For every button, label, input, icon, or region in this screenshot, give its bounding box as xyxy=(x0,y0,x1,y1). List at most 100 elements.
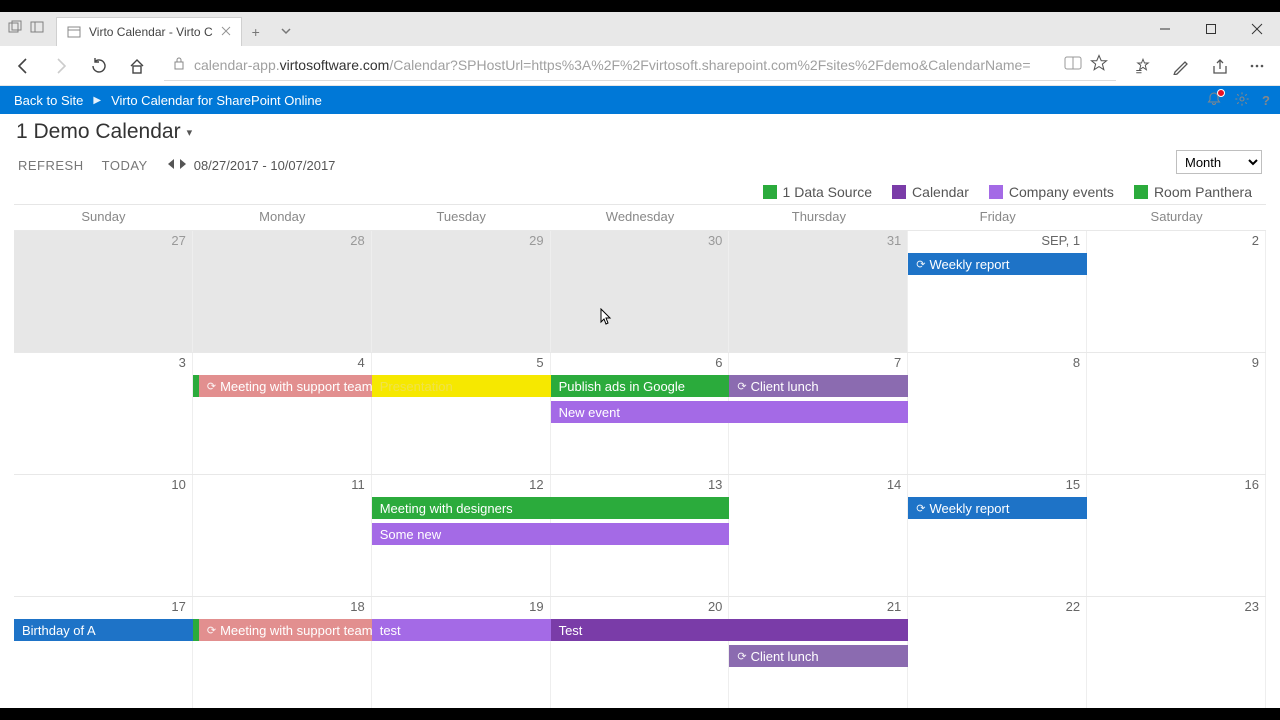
recurring-icon: ⟳ xyxy=(737,380,746,393)
calendar-event[interactable]: ⟳Client lunch xyxy=(729,645,908,667)
event-label: Some new xyxy=(380,527,441,542)
recurring-icon: ⟳ xyxy=(916,258,925,271)
share-icon[interactable] xyxy=(1202,49,1236,83)
lock-icon xyxy=(172,56,186,75)
calendar-cell[interactable]: 22 xyxy=(908,597,1087,708)
event-label: Client lunch xyxy=(751,649,819,664)
calendar-cell[interactable]: 31 xyxy=(729,231,908,352)
calendar-picker[interactable]: 1 Demo Calendar ▾ xyxy=(14,114,1266,150)
day-header: Thursday xyxy=(729,205,908,230)
day-number: 21 xyxy=(887,599,901,614)
window-overlap-icon[interactable] xyxy=(8,20,22,39)
chevron-down-icon: ▾ xyxy=(187,126,193,139)
calendar-cell[interactable]: 8 xyxy=(908,353,1087,474)
new-tab-button[interactable]: + xyxy=(242,18,270,46)
calendar-event[interactable]: ⟳Weekly report xyxy=(908,253,1087,275)
calendar-cell[interactable]: 5 xyxy=(372,353,551,474)
calendar-event[interactable]: Birthday of A xyxy=(14,619,193,641)
calendar-event[interactable]: Test xyxy=(551,619,909,641)
day-number: 12 xyxy=(529,477,543,492)
close-window-button[interactable] xyxy=(1234,12,1280,46)
calendar-event[interactable]: Some new xyxy=(372,523,730,545)
calendar-cell[interactable]: 3 xyxy=(14,353,193,474)
day-number: 4 xyxy=(357,355,364,370)
next-range-button[interactable] xyxy=(178,158,188,173)
home-button[interactable] xyxy=(120,49,154,83)
calendar-event[interactable]: ⟳Meeting with support team xyxy=(193,375,372,397)
settings-gear-icon[interactable] xyxy=(1234,91,1250,110)
minimize-button[interactable] xyxy=(1142,12,1188,46)
close-icon[interactable] xyxy=(221,25,231,39)
forward-button[interactable] xyxy=(44,49,78,83)
calendar-cell[interactable]: 10 xyxy=(14,475,193,596)
today-button[interactable]: TODAY xyxy=(102,158,148,173)
calendar-cell[interactable]: 29 xyxy=(372,231,551,352)
favorites-list-icon[interactable] xyxy=(1126,49,1160,83)
favicon-icon xyxy=(67,25,81,39)
favorite-icon[interactable] xyxy=(1090,54,1108,77)
tab-title: Virto Calendar - Virto C xyxy=(89,25,213,39)
day-number: SEP, 1 xyxy=(1041,233,1080,248)
day-number: 8 xyxy=(1073,355,1080,370)
calendar-week: 2728293031 SEP, 1 2⟳Weekly report xyxy=(14,230,1266,352)
day-number: 20 xyxy=(708,599,722,614)
day-number: 13 xyxy=(708,477,722,492)
day-number: 23 xyxy=(1245,599,1259,614)
calendar-cell[interactable]: 18 xyxy=(193,597,372,708)
calendar-cell[interactable]: 9 xyxy=(1087,353,1266,474)
page-title: 1 Demo Calendar xyxy=(16,120,181,144)
calendar-event[interactable]: Publish ads in Google xyxy=(551,375,730,397)
event-label: Test xyxy=(559,623,583,638)
refresh-calendar-button[interactable]: REFRESH xyxy=(18,158,84,173)
calendar-event[interactable]: Meeting with designers xyxy=(372,497,730,519)
calendar-cell[interactable]: 4 xyxy=(193,353,372,474)
legend-item[interactable]: 1 Data Source xyxy=(763,184,873,200)
day-number: 17 xyxy=(171,599,185,614)
back-button[interactable] xyxy=(6,49,40,83)
calendar-event[interactable]: ⟳Meeting with support team xyxy=(193,619,372,641)
back-to-site-link[interactable]: Back to Site xyxy=(14,93,83,108)
calendar-cell[interactable]: 23 xyxy=(1087,597,1266,708)
calendar-cell[interactable]: 2 xyxy=(1087,231,1266,352)
notifications-icon[interactable] xyxy=(1206,91,1222,110)
calendar-event[interactable]: ⟳Client lunch xyxy=(729,375,908,397)
calendar-cell[interactable]: 11 xyxy=(193,475,372,596)
calendar-cell[interactable]: SEP, 1 xyxy=(908,231,1087,352)
calendar-cell[interactable]: 14 xyxy=(729,475,908,596)
legend-item[interactable]: Company events xyxy=(989,184,1114,200)
day-number: 3 xyxy=(179,355,186,370)
help-icon[interactable]: ? xyxy=(1262,93,1270,108)
calendar-cell[interactable]: 27 xyxy=(14,231,193,352)
prev-range-button[interactable] xyxy=(166,158,176,173)
calendar-cell[interactable]: 17 xyxy=(14,597,193,708)
calendar-cell[interactable]: 30 xyxy=(551,231,730,352)
tabs-more-icon[interactable] xyxy=(270,18,302,46)
calendar-cell[interactable]: 28 xyxy=(193,231,372,352)
calendar-cell[interactable]: 15 xyxy=(908,475,1087,596)
window-side-icon[interactable] xyxy=(30,20,44,39)
browser-tab-active[interactable]: Virto Calendar - Virto C xyxy=(56,17,242,46)
event-label: Weekly report xyxy=(930,501,1010,516)
calendar-cell[interactable]: 20 xyxy=(551,597,730,708)
url-input[interactable]: calendar-app.virtosoftware.com/Calendar?… xyxy=(164,51,1116,81)
more-icon[interactable] xyxy=(1240,49,1274,83)
calendar-event[interactable]: New event xyxy=(551,401,909,423)
day-header-row: SundayMondayTuesdayWednesdayThursdayFrid… xyxy=(14,205,1266,230)
calendar-event[interactable]: test xyxy=(372,619,551,641)
calendar-cell[interactable]: 16 xyxy=(1087,475,1266,596)
sharepoint-suitebar: Back to Site ▶ Virto Calendar for ShareP… xyxy=(0,86,1280,114)
maximize-button[interactable] xyxy=(1188,12,1234,46)
calendar-week: 10 11 12 13 141516 Meeting with designers Some… xyxy=(14,474,1266,596)
legend-item[interactable]: Calendar xyxy=(892,184,969,200)
notes-icon[interactable] xyxy=(1164,49,1198,83)
reader-icon[interactable] xyxy=(1064,56,1082,75)
calendar-event[interactable]: Presentation xyxy=(372,375,551,397)
calendar-event[interactable]: ⟳Weekly report xyxy=(908,497,1087,519)
day-number: 22 xyxy=(1066,599,1080,614)
calendar-cell[interactable]: 19 xyxy=(372,597,551,708)
day-number: 11 xyxy=(351,477,365,492)
refresh-button[interactable] xyxy=(82,49,116,83)
event-label: Meeting with designers xyxy=(380,501,513,516)
view-select[interactable]: Month xyxy=(1176,150,1262,174)
legend-item[interactable]: Room Panthera xyxy=(1134,184,1252,200)
